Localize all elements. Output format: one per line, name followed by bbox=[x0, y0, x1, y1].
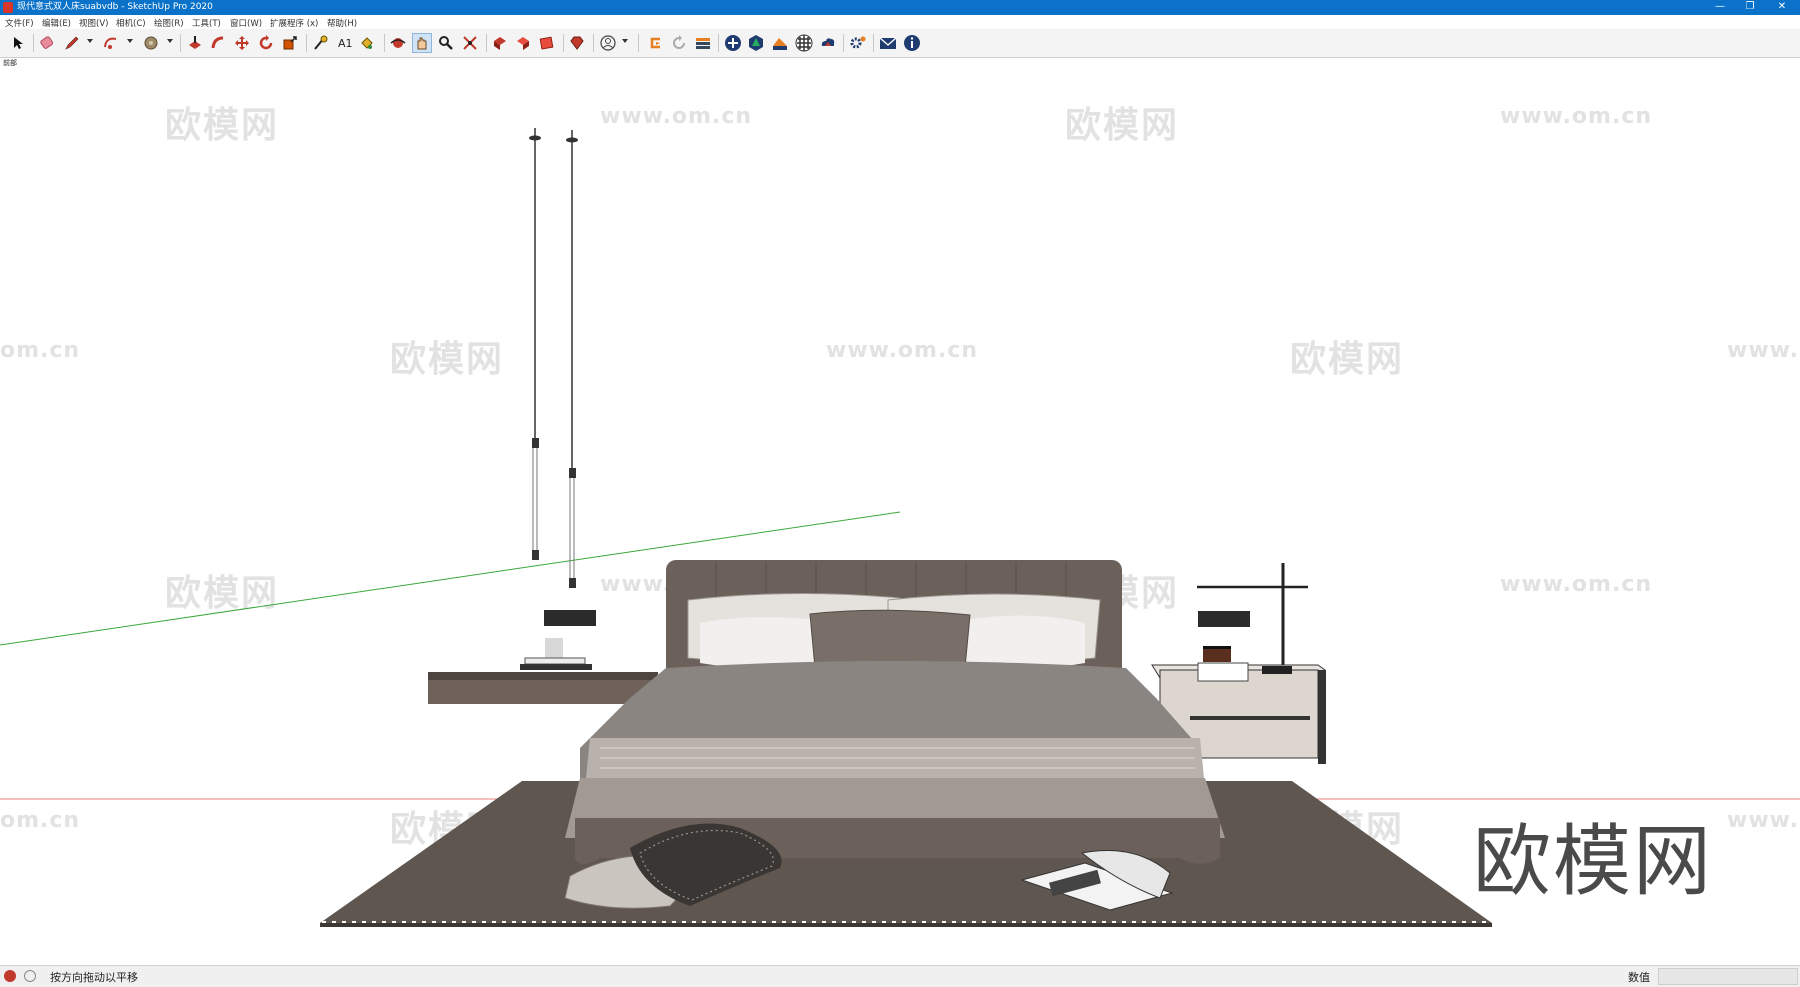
measurements-label: 数值 bbox=[1628, 971, 1650, 984]
menu-extensions[interactable]: 扩展程序 (x) bbox=[270, 17, 318, 29]
tape-measure-icon[interactable] bbox=[310, 33, 330, 53]
cloud-icon[interactable] bbox=[818, 33, 838, 53]
left-nightstand bbox=[428, 638, 658, 704]
main-toolbar: A1 bbox=[0, 29, 1800, 58]
stack-icon[interactable] bbox=[693, 33, 713, 53]
layout-icon[interactable] bbox=[537, 33, 557, 53]
menu-file[interactable]: 文件(F) bbox=[5, 17, 34, 29]
zoom-extents-icon[interactable] bbox=[460, 33, 480, 53]
extension-warehouse-icon[interactable] bbox=[513, 33, 533, 53]
tree-icon[interactable] bbox=[746, 33, 766, 53]
shape-dropdown-icon[interactable] bbox=[167, 39, 173, 43]
arc-icon[interactable] bbox=[101, 33, 121, 53]
svg-text:A1: A1 bbox=[338, 37, 353, 50]
menu-view[interactable]: 视图(V) bbox=[79, 17, 108, 29]
push-pull-icon[interactable] bbox=[185, 33, 205, 53]
paint-bucket-icon[interactable] bbox=[357, 33, 377, 53]
ruby-icon[interactable] bbox=[567, 33, 587, 53]
restore-button[interactable]: ❐ bbox=[1735, 0, 1765, 15]
profile-icon[interactable] bbox=[598, 33, 618, 53]
sync-icon[interactable] bbox=[645, 33, 665, 53]
status-bar: 按方向拖动以平移 数值 bbox=[0, 965, 1800, 987]
shape-icon[interactable] bbox=[141, 33, 161, 53]
arc-dropdown-icon[interactable] bbox=[127, 39, 133, 43]
brand-watermark-large: 欧模网 bbox=[1473, 817, 1714, 907]
window-title: 现代意式双人床suabvdb - SketchUp Pro 2020 bbox=[17, 2, 213, 12]
measurements-input[interactable] bbox=[1658, 968, 1798, 985]
refresh-icon[interactable] bbox=[669, 33, 689, 53]
pan-icon[interactable] bbox=[412, 33, 432, 53]
terrain-icon[interactable] bbox=[770, 33, 790, 53]
wall-switch-left bbox=[544, 610, 596, 626]
sketchup-app-icon[interactable] bbox=[3, 2, 13, 13]
checker-icon[interactable] bbox=[794, 33, 814, 53]
3d-warehouse-icon[interactable] bbox=[490, 33, 510, 53]
menu-edit[interactable]: 编辑(E) bbox=[42, 17, 71, 29]
menu-tools[interactable]: 工具(T) bbox=[192, 17, 221, 29]
minimize-button[interactable]: — bbox=[1705, 0, 1735, 15]
eraser-icon[interactable] bbox=[37, 33, 57, 53]
follow-me-icon[interactable] bbox=[208, 33, 228, 53]
text-icon[interactable]: A1 bbox=[335, 33, 355, 53]
settings-icon[interactable] bbox=[848, 33, 868, 53]
title-bar: 现代意式双人床suabvdb - SketchUp Pro 2020 — ❐ ✕ bbox=[0, 0, 1800, 15]
menu-bar: 文件(F) 编辑(E) 视图(V) 相机(C) 绘图(R) 工具(T) 窗口(W… bbox=[0, 15, 1800, 29]
status-hint: 按方向拖动以平移 bbox=[50, 971, 138, 984]
scale-icon[interactable] bbox=[280, 33, 300, 53]
model-viewport[interactable]: 前部 欧模网 www.om.cn 欧模网 www.om.cn om.cn 欧模网… bbox=[0, 58, 1800, 965]
menu-draw[interactable]: 绘图(R) bbox=[154, 17, 184, 29]
info-icon[interactable] bbox=[902, 33, 922, 53]
menu-help[interactable]: 帮助(H) bbox=[327, 17, 357, 29]
menu-window[interactable]: 窗口(W) bbox=[230, 17, 262, 29]
pencil-icon[interactable] bbox=[62, 33, 82, 53]
close-button[interactable]: ✕ bbox=[1767, 0, 1797, 15]
menu-camera[interactable]: 相机(C) bbox=[116, 17, 146, 29]
geo-location-icon[interactable] bbox=[4, 970, 16, 982]
pendant-lights bbox=[529, 128, 578, 588]
select-icon[interactable] bbox=[8, 33, 28, 53]
mail-icon[interactable] bbox=[878, 33, 898, 53]
add-location-icon[interactable] bbox=[723, 33, 743, 53]
zoom-icon[interactable] bbox=[436, 33, 456, 53]
pencil-dropdown-icon[interactable] bbox=[87, 39, 93, 43]
bed bbox=[565, 560, 1225, 864]
rotate-icon[interactable] bbox=[256, 33, 276, 53]
wall-switch-right bbox=[1198, 611, 1250, 627]
orbit-icon[interactable] bbox=[388, 33, 408, 53]
move-icon[interactable] bbox=[232, 33, 252, 53]
instructor-icon[interactable] bbox=[24, 970, 36, 982]
profile-dropdown-icon[interactable] bbox=[622, 39, 628, 43]
